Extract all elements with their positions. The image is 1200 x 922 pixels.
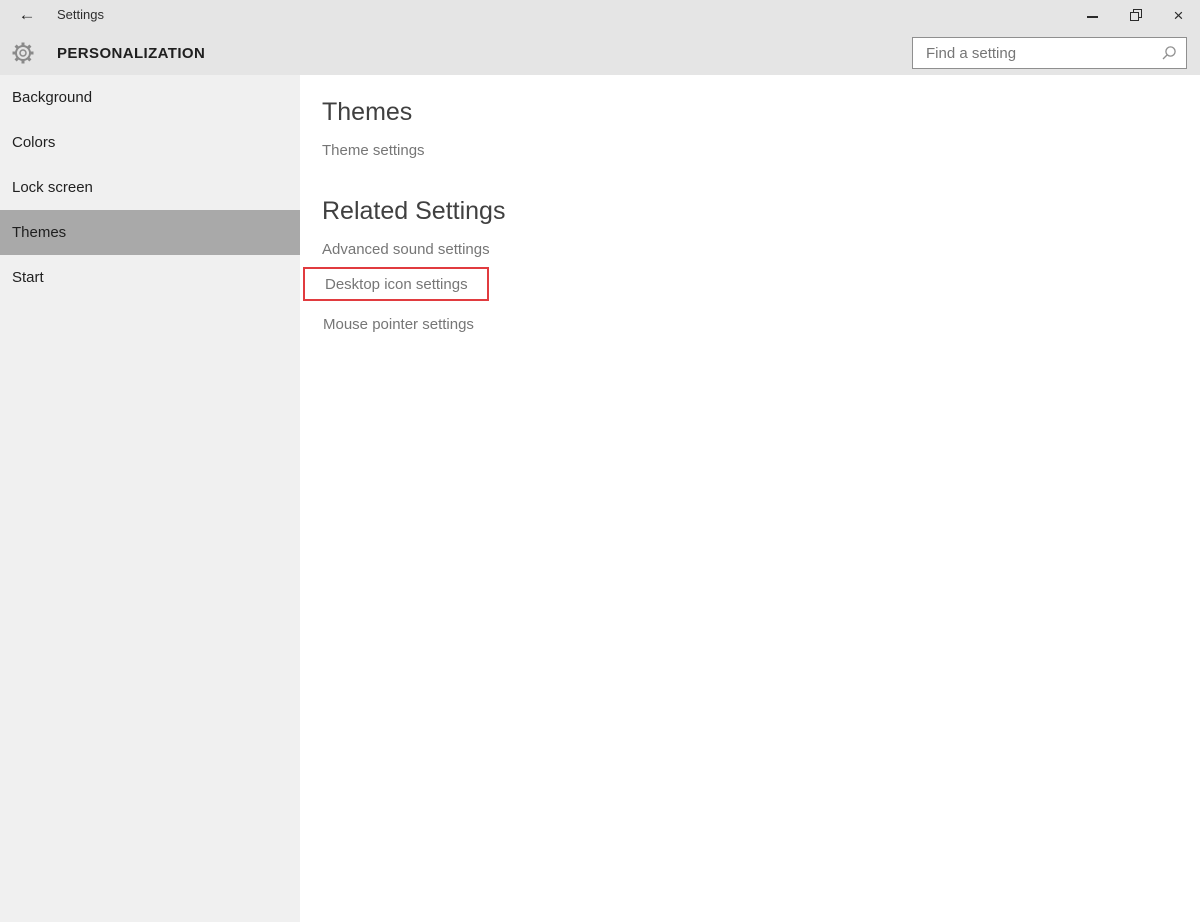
section-heading-related-settings: Related Settings bbox=[322, 197, 506, 225]
highlight-annotation-box: Desktop icon settings bbox=[303, 267, 489, 301]
minimize-button[interactable] bbox=[1071, 0, 1114, 30]
close-icon: × bbox=[1173, 5, 1184, 25]
sidebar-item-lock-screen[interactable]: Lock screen bbox=[0, 165, 300, 210]
link-desktop-icon-settings[interactable]: Desktop icon settings bbox=[305, 269, 487, 301]
sidebar-item-start[interactable]: Start bbox=[0, 255, 300, 300]
sidebar: Background Colors Lock screen Themes Sta… bbox=[0, 75, 300, 922]
link-mouse-pointer-settings[interactable]: Mouse pointer settings bbox=[323, 315, 474, 335]
back-arrow-icon: ← bbox=[18, 5, 36, 24]
restore-button[interactable] bbox=[1114, 0, 1157, 30]
link-advanced-sound-settings[interactable]: Advanced sound settings bbox=[322, 240, 490, 260]
window-title: Settings bbox=[57, 7, 104, 22]
section-heading-themes: Themes bbox=[322, 98, 413, 126]
sidebar-item-colors[interactable]: Colors bbox=[0, 120, 300, 165]
gear-icon bbox=[11, 41, 35, 65]
settings-window: ← Settings × PERSONALIZATION Find a sett… bbox=[0, 0, 1200, 922]
minimize-icon bbox=[1087, 16, 1098, 18]
page-title: PERSONALIZATION bbox=[57, 45, 206, 62]
restore-icon bbox=[1129, 9, 1142, 21]
top-chrome: ← Settings × PERSONALIZATION bbox=[0, 0, 1200, 75]
close-button[interactable]: × bbox=[1157, 0, 1200, 30]
sidebar-item-background[interactable]: Background bbox=[0, 75, 300, 120]
search-input[interactable] bbox=[913, 38, 1186, 68]
search-box bbox=[912, 37, 1187, 69]
link-theme-settings[interactable]: Theme settings bbox=[322, 141, 425, 161]
content-pane: Themes Theme settings Related Settings A… bbox=[300, 75, 1200, 922]
window-controls: × bbox=[1071, 0, 1200, 30]
back-button[interactable]: ← bbox=[10, 0, 44, 30]
sidebar-item-themes[interactable]: Themes bbox=[0, 210, 300, 255]
